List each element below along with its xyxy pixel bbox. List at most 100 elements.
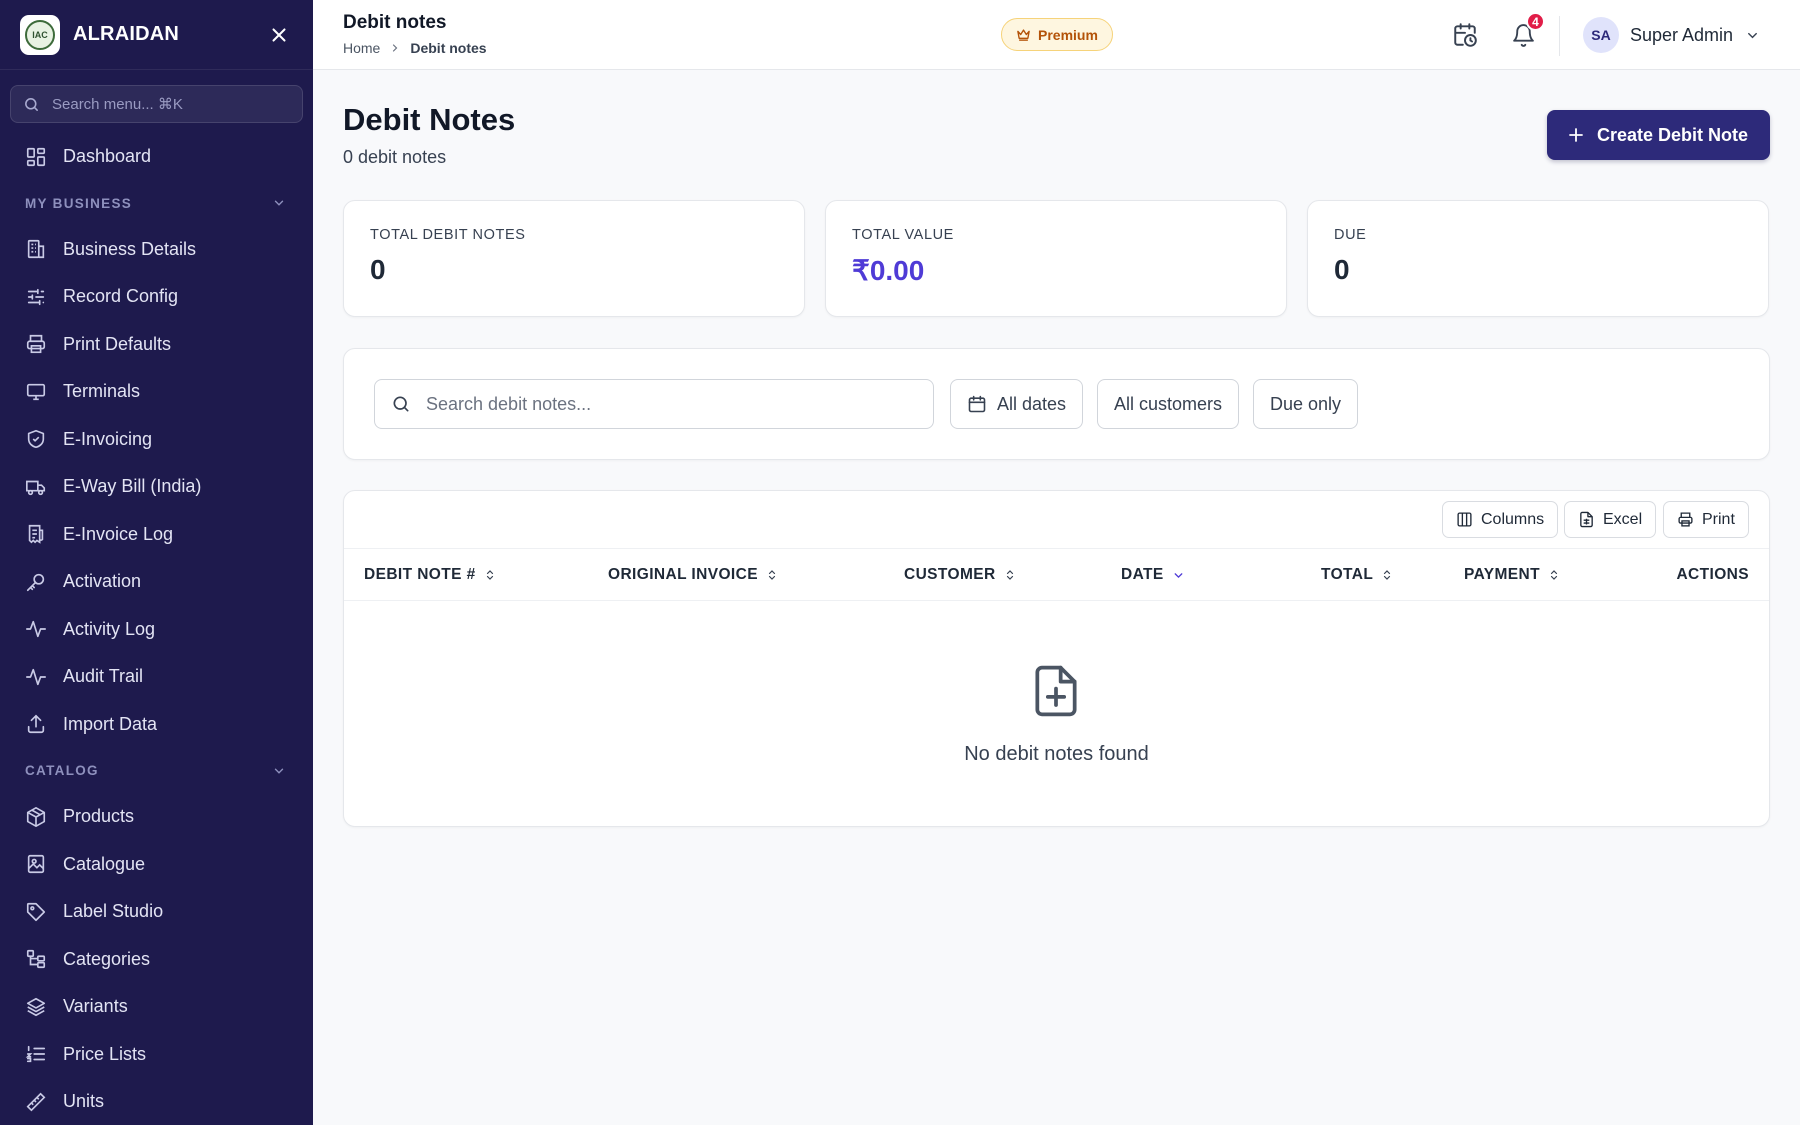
sidebar-item-units[interactable]: Units	[0, 1078, 313, 1125]
activity-icon	[26, 668, 46, 685]
sidebar-brand: IAC ALRAIDAN	[0, 0, 313, 70]
tag-icon	[26, 902, 46, 921]
column-header-customer[interactable]: CUSTOMER	[904, 549, 1016, 601]
stat-label: TOTAL DEBIT NOTES	[370, 227, 526, 243]
sidebar-item-variants[interactable]: Variants	[0, 983, 313, 1031]
sidebar-item-dashboard[interactable]: Dashboard	[0, 133, 313, 181]
sidebar-item-audit-trail[interactable]: Audit Trail	[0, 653, 313, 701]
logo-text: IAC	[25, 19, 55, 50]
create-debit-note-button[interactable]: Create Debit Note	[1546, 110, 1770, 160]
column-header-label: ORIGINAL INVOICE	[608, 566, 758, 583]
column-header-debit-note[interactable]: DEBIT NOTE #	[364, 549, 496, 601]
sliders-icon	[27, 288, 45, 305]
sidebar-item-label: E-Invoicing	[63, 428, 153, 449]
sidebar-item-label-studio[interactable]: Label Studio	[0, 888, 313, 936]
sidebar-item-label: Record Config	[63, 286, 179, 307]
sort-icon	[1006, 570, 1013, 580]
sidebar-item-activity-log[interactable]: Activity Log	[0, 606, 313, 654]
column-header-total[interactable]: TOTAL	[1321, 549, 1393, 601]
sidebar-item-business-details[interactable]: Business Details	[0, 226, 313, 274]
plus-icon	[1569, 128, 1583, 142]
sidebar-item-price-lists[interactable]: Price Lists	[0, 1031, 313, 1079]
chevron-down-icon	[274, 768, 284, 774]
sidebar-item-print-defaults[interactable]: Print Defaults	[0, 321, 313, 369]
calendar-clock-button[interactable]	[1447, 17, 1483, 53]
brand-name: ALRAIDAN	[73, 23, 180, 45]
page-head: Debit Notes 0 debit notes Create Debit N…	[343, 70, 1770, 200]
sidebar-item-label: Label Studio	[63, 901, 164, 922]
receipt-icon	[28, 525, 44, 545]
printer-icon	[1678, 512, 1693, 527]
table-header: DEBIT NOTE # ORIGINAL INVOICE CUSTOMER D…	[344, 549, 1769, 601]
sidebar-item-activation[interactable]: Activation	[0, 558, 313, 606]
printer-icon	[26, 335, 46, 354]
chevron-right-icon	[393, 44, 398, 52]
create-button-label: Create Debit Note	[1596, 124, 1748, 145]
ruler-icon	[26, 1092, 46, 1112]
debit-notes-search[interactable]	[374, 379, 934, 429]
section-my-business[interactable]: MY BUSINESS	[0, 181, 313, 226]
stat-label: TOTAL VALUE	[852, 227, 954, 243]
sidebar-item-e-way-bill[interactable]: E-Way Bill (India)	[0, 463, 313, 511]
dashboard-icon	[26, 147, 46, 166]
premium-label: Premium	[1038, 26, 1098, 43]
page-header-title: Debit notes	[343, 12, 447, 33]
box-icon	[26, 806, 46, 827]
sidebar-item-e-invoice-log[interactable]: E-Invoice Log	[0, 511, 313, 559]
sidebar-item-e-invoicing[interactable]: E-Invoicing	[0, 416, 313, 464]
stat-value: 0	[370, 254, 386, 285]
print-button[interactable]: Print	[1663, 501, 1749, 538]
customer-filter-label: All customers	[1114, 393, 1223, 414]
column-header-actions: ACTIONS	[1676, 549, 1749, 601]
section-catalog[interactable]: CATALOG	[0, 748, 313, 793]
calendar-clock-icon	[1454, 23, 1477, 47]
due-only-filter-button[interactable]: Due only	[1253, 379, 1359, 429]
sidebar-item-import-data[interactable]: Import Data	[0, 701, 313, 749]
stat-card-due: DUE 0	[1307, 200, 1769, 317]
sidebar-search-input[interactable]	[52, 95, 272, 113]
premium-badge[interactable]: Premium	[1001, 18, 1113, 51]
sort-icon	[768, 570, 776, 580]
sidebar-item-label: E-Invoice Log	[63, 523, 174, 544]
user-menu[interactable]: SA Super Admin	[1583, 17, 1760, 53]
sidebar-item-products[interactable]: Products	[0, 793, 313, 841]
columns-button[interactable]: Columns	[1442, 501, 1559, 538]
notifications-button[interactable]: 4	[1505, 12, 1545, 53]
excel-export-button[interactable]: Excel	[1564, 501, 1657, 538]
sidebar-item-label: Price Lists	[63, 1043, 147, 1064]
sidebar-item-categories[interactable]: Categories	[0, 936, 313, 984]
topbar-divider	[1559, 16, 1560, 56]
sidebar-item-catalogue[interactable]: Catalogue	[0, 841, 313, 889]
stat-label: DUE	[1334, 227, 1367, 243]
column-header-label: DATE	[1121, 566, 1164, 583]
columns-label: Columns	[1481, 510, 1545, 528]
date-filter-label: All dates	[997, 393, 1067, 414]
sidebar-search[interactable]	[10, 85, 303, 123]
sidebar-item-label: Products	[63, 806, 135, 827]
column-header-original-invoice[interactable]: ORIGINAL INVOICE	[608, 549, 778, 601]
sidebar-item-label: Units	[63, 1091, 105, 1112]
section-label: MY BUSINESS	[25, 195, 133, 211]
main-content: Debit Notes 0 debit notes Create Debit N…	[343, 70, 1770, 827]
customer-filter-button[interactable]: All customers	[1097, 379, 1240, 429]
breadcrumb-home-link[interactable]: Home	[343, 40, 380, 56]
hierarchy-icon	[26, 950, 46, 969]
sidebar-item-record-config[interactable]: Record Config	[0, 273, 313, 321]
stat-card-total-debit-notes: TOTAL DEBIT NOTES 0	[343, 200, 805, 317]
monitor-icon	[26, 383, 46, 400]
due-filter-label: Due only	[1270, 393, 1342, 414]
date-filter-button[interactable]: All dates	[950, 379, 1084, 429]
column-header-payment[interactable]: PAYMENT	[1464, 549, 1560, 601]
shield-check-icon	[27, 430, 45, 449]
activity-icon	[26, 621, 46, 638]
sidebar-item-terminals[interactable]: Terminals	[0, 368, 313, 416]
column-header-date[interactable]: DATE	[1121, 549, 1185, 601]
search-input[interactable]	[426, 393, 906, 415]
file-plus-icon	[1035, 665, 1077, 717]
close-sidebar-button[interactable]	[265, 21, 293, 49]
chevron-down-icon	[1174, 572, 1183, 578]
breadcrumb: Home Debit notes	[343, 40, 487, 56]
column-header-label: DEBIT NOTE #	[364, 566, 476, 583]
chevron-down-icon	[274, 200, 284, 206]
layers-icon	[26, 997, 46, 1016]
